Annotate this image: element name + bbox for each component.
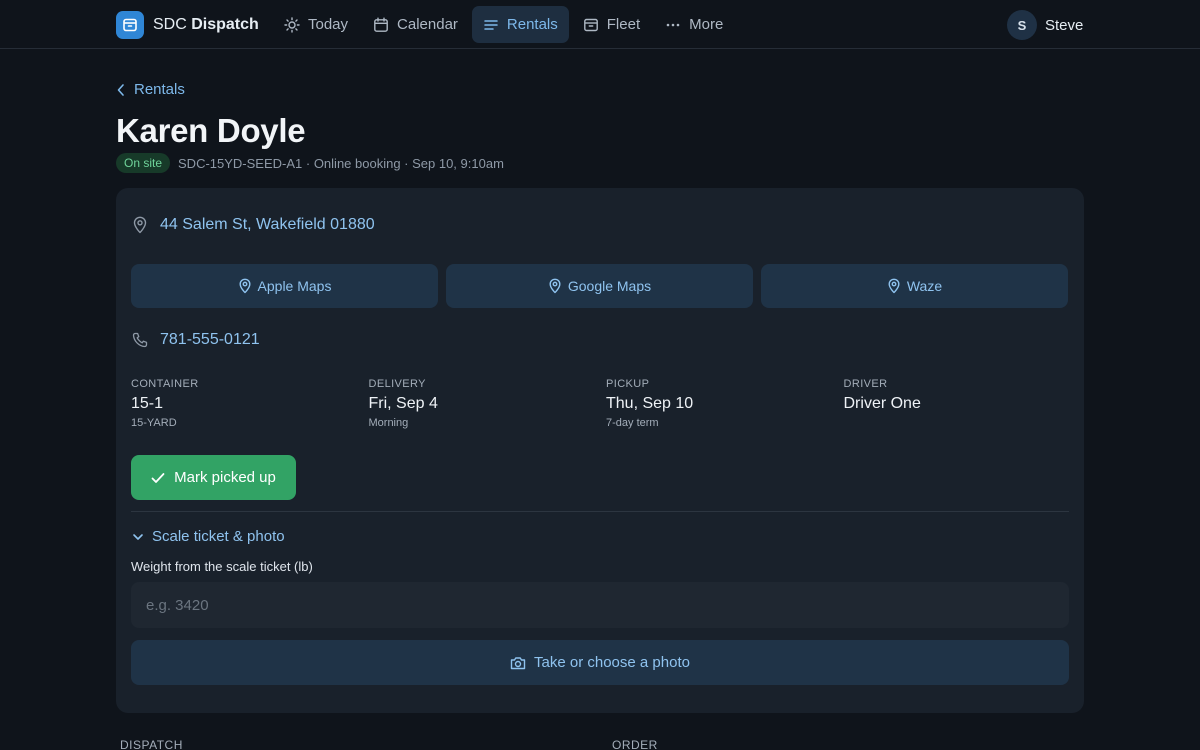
phone-link[interactable]: 781-555-0121	[160, 331, 260, 349]
map-buttons: Apple Maps Google Maps Waze	[131, 264, 1068, 308]
waze-button[interactable]: Waze	[761, 264, 1068, 308]
scale-ticket-label: Scale ticket & photo	[152, 528, 285, 545]
brand[interactable]: SDC Dispatch	[116, 10, 259, 39]
phone-icon	[132, 332, 148, 348]
dispatch-section-heading: DISPATCH	[120, 738, 183, 750]
nav-item-fleet[interactable]: Fleet	[572, 6, 651, 43]
avatar: S	[1007, 10, 1037, 40]
map-pin-icon	[549, 278, 561, 294]
rental-details: CONTAINER 15-1 15-YARD DELIVERY Fri, Sep…	[131, 378, 1081, 429]
back-label: Rentals	[134, 81, 185, 98]
scale-ticket-toggle[interactable]: Scale ticket & photo	[132, 528, 285, 545]
map-pin-icon	[888, 278, 900, 294]
nav-item-today[interactable]: Today	[273, 6, 359, 43]
container-detail: CONTAINER 15-1 15-YARD	[131, 378, 369, 429]
take-photo-button[interactable]: Take or choose a photo	[131, 640, 1069, 685]
nav-label: Today	[308, 16, 349, 33]
user-name: Steve	[1045, 16, 1084, 34]
nav-label: Rentals	[506, 16, 558, 33]
divider	[131, 511, 1069, 512]
main-nav: Today Calendar Rentals Fleet More	[273, 6, 737, 43]
map-button-label: Google Maps	[567, 278, 652, 294]
order-section-heading: ORDER	[612, 738, 658, 750]
calendar-icon	[374, 17, 388, 32]
detail-sub: 7-day term	[606, 417, 659, 429]
rental-meta-text: SDC-15YD-SEED-A1 · Online booking · Sep …	[178, 155, 504, 171]
nav-item-calendar[interactable]: Calendar	[362, 6, 469, 43]
delivery-detail: DELIVERY Fri, Sep 4 Morning	[369, 378, 607, 429]
nav-label: Fleet	[606, 16, 641, 33]
mark-picked-up-button[interactable]: Mark picked up	[131, 455, 296, 500]
brand-name: SDC Dispatch	[153, 15, 259, 33]
list-icon	[484, 19, 498, 30]
nav-item-rentals[interactable]: Rentals	[471, 6, 569, 43]
ellipsis-icon	[666, 23, 680, 26]
nav-item-more[interactable]: More	[654, 6, 734, 43]
chevron-left-icon	[117, 83, 124, 96]
back-link[interactable]: Rentals	[116, 81, 185, 98]
detail-value: Fri, Sep 4	[368, 395, 438, 412]
nav-label: Calendar	[397, 16, 458, 33]
detail-label: CONTAINER	[131, 378, 199, 390]
status-badge: On site	[116, 153, 171, 173]
dispatch-box-icon	[116, 10, 144, 39]
pickup-detail: PICKUP Thu, Sep 10 7-day term	[606, 378, 844, 429]
checkmark-icon	[151, 472, 165, 483]
address-link[interactable]: 44 Salem St, Wakefield 01880	[160, 216, 375, 234]
sun-icon	[284, 16, 300, 33]
nav-label: More	[689, 16, 724, 33]
chevron-down-icon	[133, 533, 143, 540]
google-maps-button[interactable]: Google Maps	[446, 264, 753, 308]
detail-value: Driver One	[843, 395, 921, 412]
rental-card: 44 Salem St, Wakefield 01880 Apple Maps …	[116, 188, 1084, 713]
map-button-label: Waze	[906, 278, 943, 294]
apple-maps-button[interactable]: Apple Maps	[131, 264, 438, 308]
address-row: 44 Salem St, Wakefield 01880	[132, 216, 375, 234]
camera-icon	[510, 656, 526, 669]
phone-row: 781-555-0121	[132, 331, 260, 349]
detail-sub: Morning	[368, 417, 409, 429]
map-pin-icon	[133, 216, 147, 234]
map-pin-icon	[239, 278, 251, 294]
box-icon	[583, 18, 598, 31]
detail-sub: 15-YARD	[131, 417, 177, 429]
detail-label: DRIVER	[843, 378, 888, 390]
detail-label: DELIVERY	[368, 378, 426, 390]
weight-label: Weight from the scale ticket (lb)	[131, 559, 313, 574]
driver-detail: DRIVER Driver One	[844, 378, 1082, 429]
map-button-label: Apple Maps	[257, 278, 332, 294]
detail-value: 15-1	[131, 395, 164, 412]
take-photo-label: Take or choose a photo	[534, 654, 690, 671]
rental-meta: On site SDC-15YD-SEED-A1 · Online bookin…	[116, 153, 504, 173]
detail-label: PICKUP	[606, 378, 650, 390]
user-menu[interactable]: S Steve	[1007, 10, 1083, 40]
detail-value: Thu, Sep 10	[606, 395, 694, 412]
top-navigation-bar: SDC Dispatch Today Calendar Rentals Flee…	[0, 0, 1200, 49]
page-title: Karen Doyle	[116, 112, 306, 149]
mark-picked-up-label: Mark picked up	[174, 469, 276, 486]
weight-input[interactable]	[131, 582, 1069, 628]
